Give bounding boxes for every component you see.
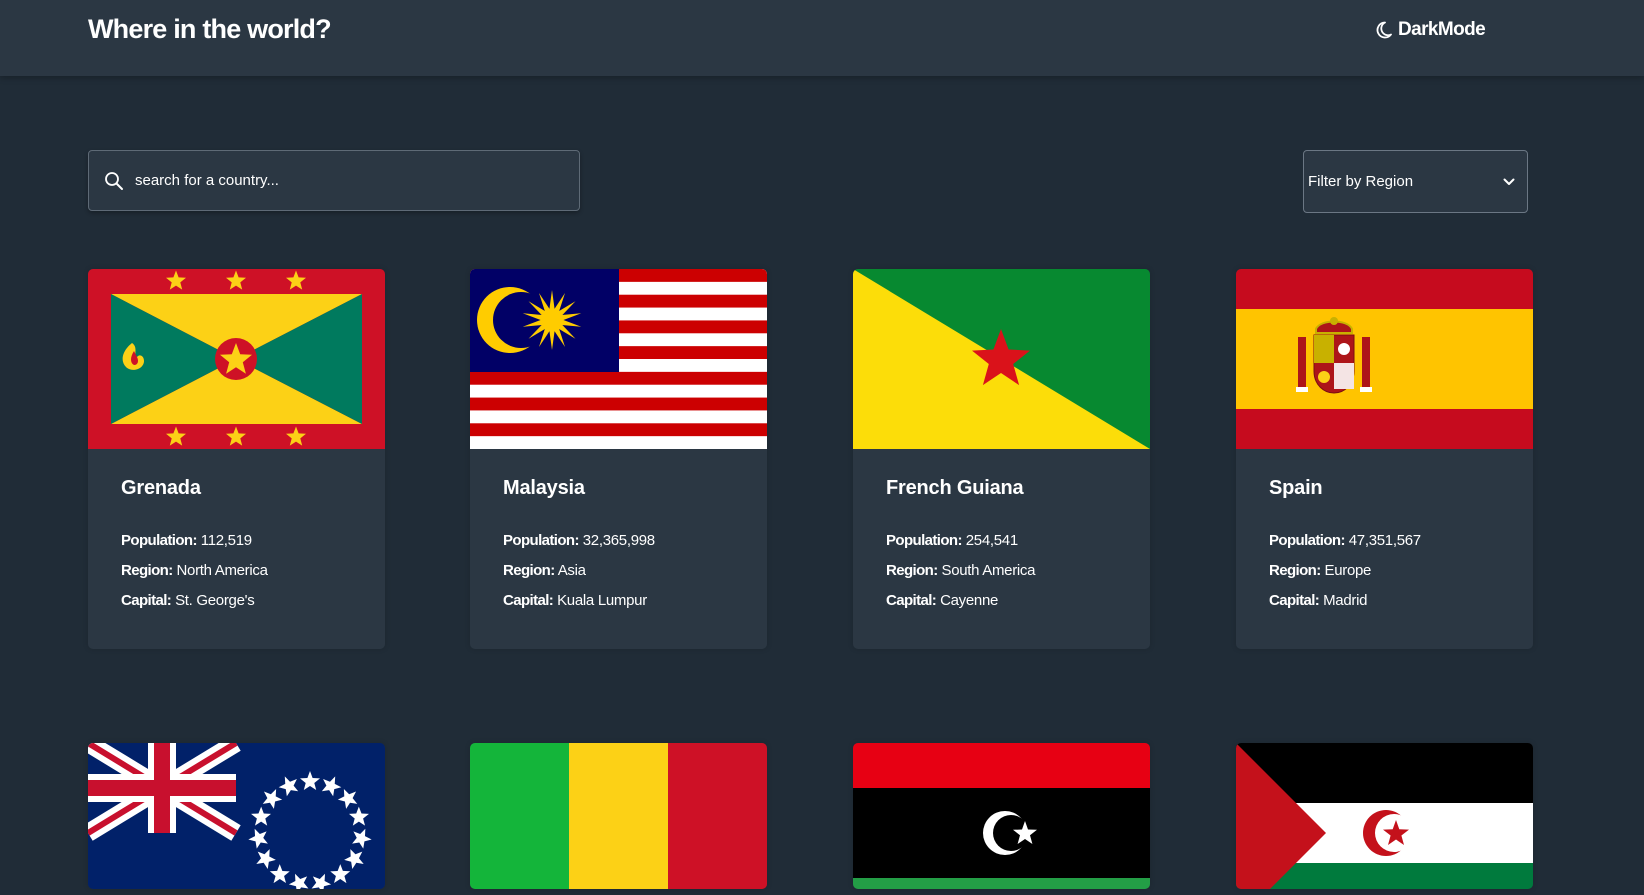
country-name: Malaysia [503, 477, 585, 499]
country-name: French Guiana [886, 477, 1024, 499]
spain-flag [1236, 269, 1533, 449]
card-body: French Guiana Population: 254,541 Region… [853, 449, 1150, 649]
country-name: Grenada [121, 477, 201, 499]
population-label: Population: [1269, 532, 1345, 549]
capital-row: Capital: Madrid [1269, 586, 1500, 616]
population-row: Population: 32,365,998 [503, 526, 734, 556]
region-row: Region: North America [121, 556, 352, 586]
capital-row: Capital: Kuala Lumpur [503, 586, 734, 616]
population-row: Population: 112,519 [121, 526, 352, 556]
country-card-grenada[interactable]: Grenada Population: 112,519 Region: Nort… [88, 269, 385, 649]
dark-mode-toggle[interactable]: DarkMode [1376, 18, 1486, 42]
population-value: 32,365,998 [582, 532, 655, 549]
french-guiana-flag [853, 269, 1150, 449]
card-body: Grenada Population: 112,519 Region: Nort… [88, 449, 385, 649]
country-card-malaysia[interactable]: Malaysia Population: 32,365,998 Region: … [470, 269, 767, 649]
population-label: Population: [886, 532, 962, 549]
region-label: Region: [886, 562, 938, 579]
country-name: Spain [1269, 477, 1323, 499]
region-value: North America [176, 562, 268, 579]
country-card-french-guiana[interactable]: French Guiana Population: 254,541 Region… [853, 269, 1150, 649]
western-sahara-flag [1236, 743, 1533, 889]
capital-value: Madrid [1323, 592, 1368, 609]
region-label: Region: [1269, 562, 1321, 579]
region-filter-select[interactable]: Filter by Region [1303, 150, 1528, 213]
malaysia-flag [470, 269, 767, 449]
mali-flag [470, 743, 767, 889]
region-filter-label: Filter by Region [1308, 173, 1414, 190]
grenada-flag [88, 269, 385, 449]
region-value: Europe [1324, 562, 1372, 579]
capital-row: Capital: Cayenne [886, 586, 1117, 616]
region-label: Region: [121, 562, 173, 579]
app-title: Where in the world? [88, 14, 332, 44]
libya-flag [853, 743, 1150, 889]
country-card-mali[interactable] [470, 743, 767, 889]
capital-row: Capital: St. George's [121, 586, 352, 616]
country-card-libya[interactable] [853, 743, 1150, 889]
population-row: Population: 254,541 [886, 526, 1117, 556]
region-row: Region: Asia [503, 556, 734, 586]
population-value: 254,541 [965, 532, 1018, 549]
search-input[interactable] [133, 150, 579, 211]
region-row: Region: South America [886, 556, 1117, 586]
capital-label: Capital: [886, 592, 937, 609]
capital-label: Capital: [503, 592, 554, 609]
population-row: Population: 47,351,567 [1269, 526, 1500, 556]
population-label: Population: [121, 532, 197, 549]
population-value: 47,351,567 [1348, 532, 1421, 549]
population-label: Population: [503, 532, 579, 549]
card-body: Malaysia Population: 32,365,998 Region: … [470, 449, 767, 649]
capital-label: Capital: [1269, 592, 1320, 609]
region-value: South America [941, 562, 1036, 579]
population-value: 112,519 [200, 532, 252, 549]
country-card-spain[interactable]: Spain Population: 47,351,567 Region: Eur… [1236, 269, 1533, 649]
card-body: Spain Population: 47,351,567 Region: Eur… [1236, 449, 1533, 649]
dark-mode-label: DarkMode [1398, 19, 1486, 40]
region-row: Region: Europe [1269, 556, 1500, 586]
capital-label: Capital: [121, 592, 172, 609]
search-box[interactable] [88, 150, 580, 211]
app-header: Where in the world? DarkMode [0, 0, 1644, 76]
cook-islands-flag [88, 743, 385, 889]
capital-value: Kuala Lumpur [557, 592, 647, 609]
capital-value: Cayenne [940, 592, 999, 609]
capital-value: St. George's [175, 592, 255, 609]
region-value: Asia [557, 562, 586, 579]
search-icon [103, 170, 125, 192]
chevron-down-icon [1503, 173, 1515, 191]
country-card-western-sahara[interactable] [1236, 743, 1533, 889]
country-card-cook-islands[interactable] [88, 743, 385, 889]
region-label: Region: [503, 562, 555, 579]
moon-icon [1376, 21, 1392, 39]
